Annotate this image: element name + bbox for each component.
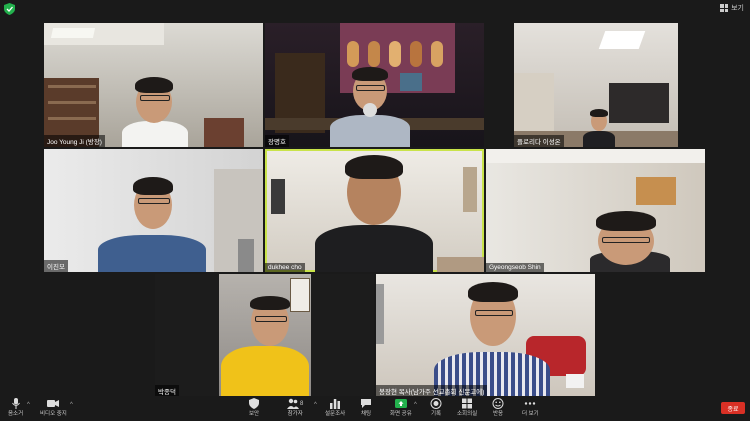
participant-name: Gyeongseob Shin	[486, 263, 544, 272]
chat-label: 채팅	[360, 411, 372, 417]
participant-name: 장명호	[265, 135, 289, 147]
participant-video	[325, 65, 415, 147]
participant-video	[309, 153, 439, 272]
record-icon	[430, 398, 442, 409]
shield-icon	[249, 398, 259, 409]
mute-label: 음소거	[8, 411, 24, 417]
chat-bubble-icon	[361, 399, 371, 408]
reactions-button[interactable]: 반응	[492, 398, 504, 417]
video-tile[interactable]: Joo Young Ji (방장)	[44, 23, 263, 147]
chevron-up-icon[interactable]: ^	[27, 402, 30, 408]
microphone-icon	[11, 398, 20, 409]
participant-name: 플로리다 이성온	[514, 135, 564, 147]
participant-video	[582, 107, 616, 147]
grid-icon	[720, 4, 729, 12]
security-label: 보안	[248, 411, 260, 417]
more-button[interactable]: 더 보기	[522, 398, 539, 417]
more-label: 더 보기	[522, 411, 539, 417]
participants-icon	[287, 398, 299, 409]
reactions-label: 반응	[492, 411, 504, 417]
chat-button[interactable]: 채팅	[360, 398, 372, 417]
video-tile-active-speaker[interactable]: dukhee cho	[265, 149, 484, 272]
participant-video	[92, 173, 212, 272]
record-label: 기록	[430, 411, 442, 417]
video-tile[interactable]: 봉장현 목사(남가주 선교총회 신문고에)	[376, 274, 595, 397]
meeting-toolbar: 음소거 ^ 비디오 중지 ^ 보안 8 참가자 ^ 설문조사 채팅 화면 공유 …	[0, 396, 750, 421]
bar-chart-icon	[330, 399, 341, 409]
breakout-rooms-label: 소회의실	[457, 411, 478, 417]
stop-video-button[interactable]: 비디오 중지	[40, 398, 67, 417]
polls-button[interactable]: 설문조사	[325, 398, 345, 417]
share-screen-label: 화면 공유	[390, 411, 412, 417]
video-tile[interactable]: Gyeongseob Shin	[486, 149, 705, 272]
breakout-rooms-icon	[462, 398, 473, 409]
participant-video	[219, 296, 311, 397]
share-screen-icon	[394, 399, 407, 408]
stop-video-label: 비디오 중지	[40, 411, 67, 417]
view-button[interactable]: 보기	[720, 3, 744, 13]
mute-button[interactable]: 음소거	[8, 398, 23, 417]
participants-label: 참가자	[287, 411, 303, 417]
share-screen-button[interactable]: 화면 공유	[390, 398, 412, 417]
participant-name: dukhee cho	[265, 263, 305, 272]
participants-button[interactable]: 8 참가자	[287, 398, 303, 417]
participant-name: 이진모	[44, 260, 68, 272]
breakout-rooms-button[interactable]: 소회의실	[457, 398, 477, 417]
chevron-up-icon[interactable]: ^	[414, 402, 417, 408]
participants-count: 8	[300, 400, 304, 407]
end-meeting-button[interactable]: 종료	[721, 402, 745, 414]
participant-video	[586, 205, 674, 272]
video-tile[interactable]: 이진모	[44, 149, 263, 272]
chevron-up-icon[interactable]: ^	[70, 402, 73, 408]
video-camera-icon	[47, 400, 60, 407]
participant-video	[114, 73, 194, 147]
security-button[interactable]: 보안	[248, 398, 260, 417]
video-tile[interactable]: 박종덕	[155, 274, 374, 397]
top-bar: 보기	[0, 0, 750, 18]
smile-icon	[492, 398, 504, 409]
chevron-up-icon[interactable]: ^	[314, 402, 317, 408]
video-tile[interactable]: 장명호	[265, 23, 484, 147]
view-label: 보기	[731, 5, 744, 12]
shield-icon[interactable]	[4, 3, 15, 15]
participant-name: Joo Young Ji (방장)	[44, 135, 105, 147]
polls-label: 설문조사	[325, 411, 346, 417]
record-button[interactable]: 기록	[430, 398, 442, 417]
participant-video	[428, 280, 556, 397]
video-tile[interactable]: 플로리다 이성온	[514, 23, 678, 147]
more-dots-icon	[525, 402, 536, 405]
